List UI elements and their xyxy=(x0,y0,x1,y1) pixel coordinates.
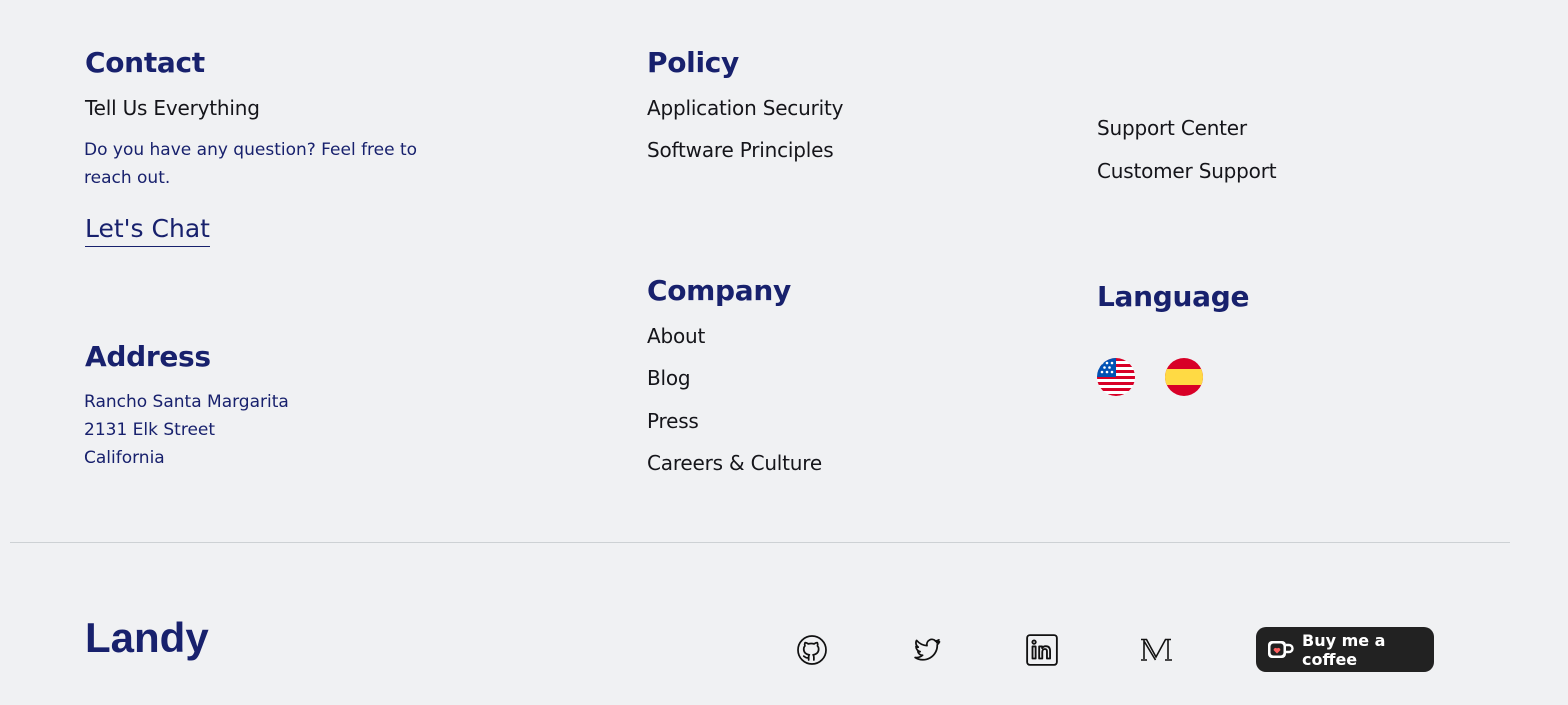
software-principles-link[interactable]: Software Principles xyxy=(647,138,834,162)
address-line: Rancho Santa Margarita xyxy=(84,392,289,412)
customer-support-link[interactable]: Customer Support xyxy=(1097,159,1277,183)
careers-culture-link[interactable]: Careers & Culture xyxy=(647,451,822,475)
buy-me-a-coffee-button[interactable]: Buy me a coffee xyxy=(1256,627,1434,672)
contact-subtitle: Tell Us Everything xyxy=(85,96,260,120)
footer-divider xyxy=(10,542,1510,543)
support-center-link[interactable]: Support Center xyxy=(1097,116,1247,140)
contact-heading: Contact xyxy=(85,46,205,79)
about-link[interactable]: About xyxy=(647,324,705,348)
address-line: California xyxy=(84,448,165,468)
medium-icon[interactable] xyxy=(1138,632,1174,668)
landy-logo[interactable]: Landy xyxy=(85,614,209,662)
github-icon[interactable] xyxy=(794,632,830,668)
lets-chat-link[interactable]: Let's Chat xyxy=(85,212,210,247)
linkedin-icon[interactable] xyxy=(1024,632,1060,668)
policy-heading: Policy xyxy=(647,46,740,79)
address-heading: Address xyxy=(85,340,211,373)
press-link[interactable]: Press xyxy=(647,409,699,433)
coffee-cup-icon xyxy=(1266,638,1294,662)
address-line: 2131 Elk Street xyxy=(84,420,216,440)
address-block: Rancho Santa Margarita 2131 Elk Street C… xyxy=(84,388,289,472)
company-heading: Company xyxy=(647,274,791,307)
contact-description: Do you have any question? Feel free to r… xyxy=(84,140,418,188)
application-security-link[interactable]: Application Security xyxy=(647,96,843,120)
language-heading: Language xyxy=(1097,280,1250,313)
twitter-icon[interactable] xyxy=(909,632,945,668)
us-flag-icon[interactable] xyxy=(1097,358,1135,396)
buy-me-a-coffee-label: Buy me a coffee xyxy=(1302,630,1386,669)
spain-flag-icon[interactable] xyxy=(1165,358,1203,396)
blog-link[interactable]: Blog xyxy=(647,366,691,390)
